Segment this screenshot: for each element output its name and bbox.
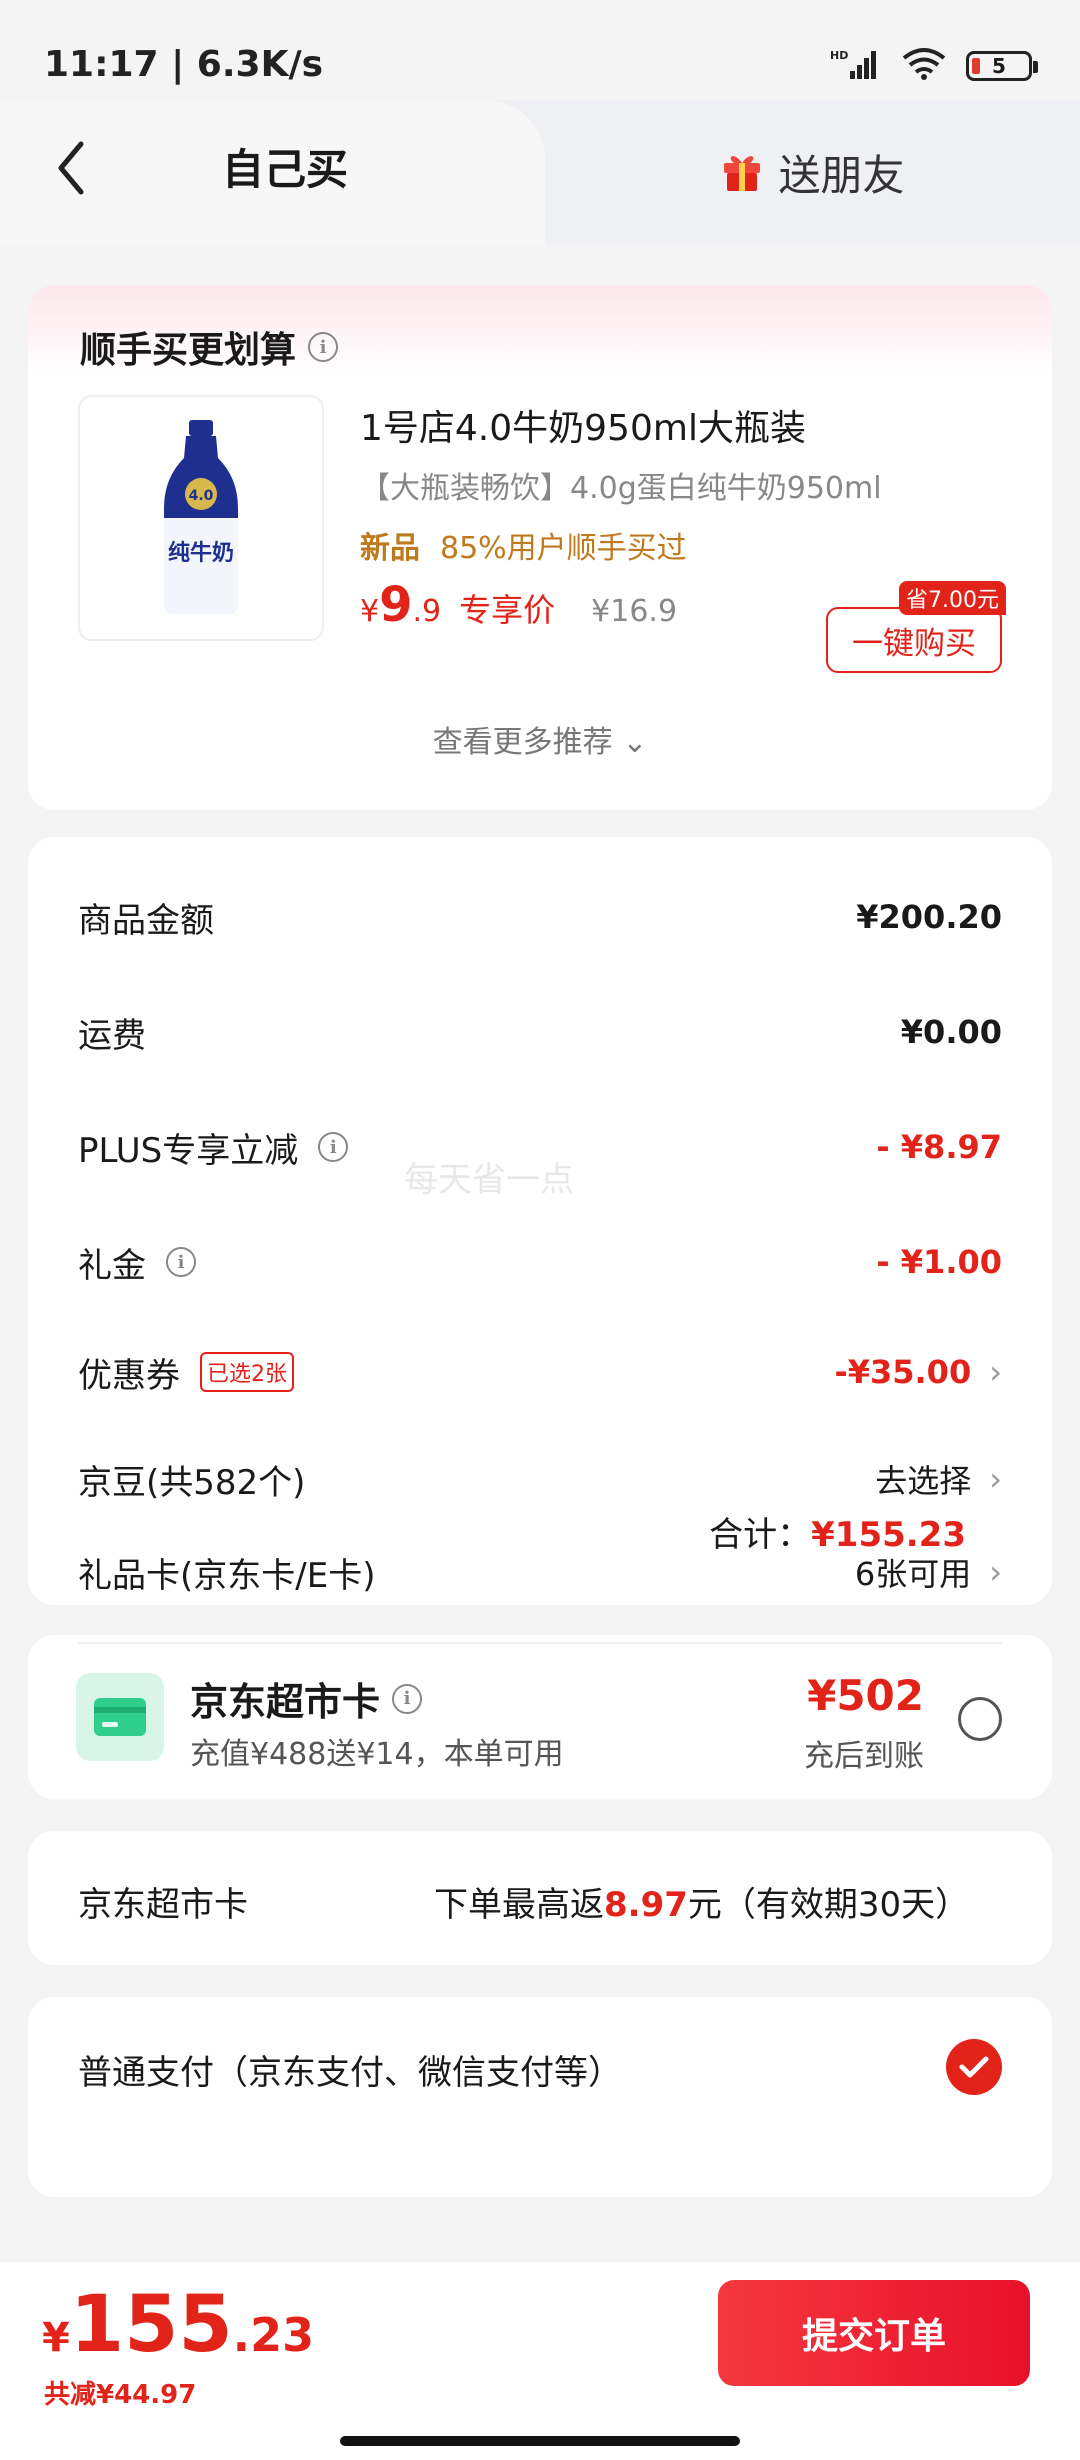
cashback-text: 下单最高返8.97元（有效期30天） [434, 1877, 969, 1926]
bottom-price-decimal: .23 [232, 2308, 315, 2362]
signal-icon: HD [830, 47, 882, 85]
supermarket-card-title: 京东超市卡 i [190, 1671, 423, 1726]
row-shipping: 运费 ¥0.00 [78, 1002, 1002, 1062]
home-indicator[interactable] [340, 2436, 740, 2446]
svg-text:HD: HD [830, 49, 848, 62]
status-time: 11:17 | 6.3K/s [44, 44, 324, 85]
gift-money-label: 礼金 [78, 1245, 146, 1286]
coupon-value: -¥35.00 [834, 1353, 972, 1391]
battery-icon: 5 [966, 51, 1038, 81]
tab-gift-label: 送朋友 [778, 151, 905, 200]
new-tag: 新品 [360, 531, 420, 566]
price-decimal: .9 [412, 594, 442, 629]
jingdou-label: 京豆(共582个) [78, 1462, 306, 1503]
bottom-price-integer: 155 [69, 2280, 233, 2370]
goods-amount-value: ¥200.20 [856, 898, 1002, 936]
coupon-label: 优惠券 [78, 1355, 180, 1396]
info-icon[interactable]: i [166, 1247, 196, 1277]
row-gift-card[interactable]: 礼品卡(京东卡/E卡) 6张可用 › [78, 1542, 1002, 1602]
supermarket-card-offer[interactable]: 京东超市卡 i 充值¥488送¥14，本单可用 ¥502 充后到账 [28, 1635, 1052, 1799]
gift-money-value: - ¥1.00 [876, 1243, 1002, 1281]
cashback-text-after: 元（有效期30天） [687, 1885, 970, 1925]
more-recommend-text: 查看更多推荐 [432, 725, 613, 760]
supermarket-card-amount: ¥502 [807, 1671, 924, 1720]
popularity-text: 85%用户顺手买过 [440, 531, 687, 566]
chevron-right-icon: › [989, 1353, 1002, 1391]
wifi-icon [900, 46, 948, 86]
plus-discount-value: - ¥8.97 [876, 1128, 1002, 1166]
one-click-buy-button[interactable]: 一键购买 [826, 607, 1002, 673]
recommend-title-text: 顺手买更划算 [80, 330, 297, 371]
info-icon[interactable]: i [392, 1683, 423, 1714]
more-recommend-link[interactable]: 查看更多推荐 ⌄ [28, 717, 1052, 761]
product-image[interactable]: 4.0 纯牛奶 [78, 395, 324, 641]
shipping-label: 运费 [78, 1015, 146, 1056]
payment-method-label: 普通支付（京东支付、微信支付等） [78, 2053, 622, 2093]
plus-discount-label: PLUS专享立减 [78, 1130, 299, 1171]
info-icon[interactable]: i [318, 1132, 349, 1162]
info-icon[interactable]: i [308, 332, 339, 362]
cashback-amount: 8.97 [604, 1885, 688, 1925]
row-coupon[interactable]: 优惠券 已选2张 -¥35.00 › [78, 1342, 1002, 1402]
purchase-mode-tabs: 自己买 送朋友 [0, 100, 1080, 245]
price-tag: 专享价 [459, 591, 556, 629]
submit-order-button[interactable]: 提交订单 [718, 2280, 1030, 2386]
row-plus-discount: PLUS专享立减 i - ¥8.97 [78, 1117, 1002, 1177]
card-icon [76, 1673, 164, 1761]
goods-amount-label: 商品金额 [78, 900, 214, 941]
cashback-text-before: 下单最高返 [434, 1885, 604, 1925]
supermarket-card-title-text: 京东超市卡 [190, 1680, 381, 1724]
jingdou-value: 去选择 [875, 1462, 972, 1500]
supermarket-card-subtitle: 充值¥488送¥14，本单可用 [190, 1737, 564, 1772]
chevron-right-icon: › [989, 1460, 1002, 1498]
bottom-saved-amount: 共减¥44.97 [44, 2380, 197, 2410]
payment-method-card[interactable]: 普通支付（京东支付、微信支付等） [28, 1997, 1052, 2197]
gift-icon [720, 149, 764, 197]
tab-send-friend[interactable]: 送朋友 [545, 100, 1080, 245]
battery-level: 5 [992, 54, 1006, 78]
divider [78, 1642, 1002, 1644]
price-symbol: ¥ [360, 594, 380, 629]
gift-card-value: 6张可用 [854, 1555, 972, 1593]
bottom-price-symbol: ¥ [42, 2315, 70, 2361]
original-price: ¥16.9 [591, 594, 678, 629]
product-subtitle: 【大瓶装畅饮】4.0g蛋白纯牛奶950ml [360, 471, 882, 506]
shipping-value: ¥0.00 [900, 1013, 1002, 1051]
bottom-total-price: ¥ 155 .23 [42, 2280, 314, 2370]
cashback-label: 京东超市卡 [78, 1885, 248, 1925]
row-gift-money: 礼金 i - ¥1.00 [78, 1232, 1002, 1292]
product-name[interactable]: 1号店4.0牛奶950ml大瓶装 [360, 399, 806, 451]
product-price: ¥ 9 .9 专享价 ¥16.9 [360, 577, 677, 633]
status-icons: HD 5 [830, 46, 1038, 86]
cashback-card: 京东超市卡 下单最高返8.97元（有效期30天） [28, 1831, 1052, 1965]
row-goods-amount: 商品金额 ¥200.20 [78, 887, 1002, 947]
bottle-label-top: 4.0 [189, 488, 214, 504]
bottle-label: 纯牛奶 [168, 540, 234, 566]
supermarket-card-note: 充后到账 [804, 1739, 924, 1774]
bottom-bar: ¥ 155 .23 共减¥44.97 提交订单 [0, 2262, 1080, 2460]
save-badge: 省7.00元 [899, 581, 1006, 615]
tab-self-label: 自己买 [221, 145, 348, 194]
recommend-title: 顺手买更划算 i [80, 321, 339, 373]
tab-self-buy[interactable]: 自己买 [0, 100, 545, 245]
gift-card-label: 礼品卡(京东卡/E卡) [78, 1555, 376, 1596]
supermarket-card-radio[interactable] [958, 1697, 1002, 1741]
status-bar: 11:17 | 6.3K/s HD 5 [0, 0, 1080, 100]
product-tag: 新品 85%用户顺手买过 [360, 523, 687, 567]
chevron-down-icon: ⌄ [622, 725, 648, 760]
coupon-badge: 已选2张 [200, 1352, 294, 1392]
chevron-right-icon: › [989, 1553, 1002, 1591]
amount-card: 每天省一点 商品金额 ¥200.20 运费 ¥0.00 PLUS专享立减 i -… [28, 837, 1052, 1605]
row-jingdou[interactable]: 京豆(共582个) 去选择 › [78, 1449, 1002, 1509]
check-icon[interactable] [946, 2039, 1002, 2095]
recommend-card: 顺手买更划算 i 4.0 纯牛奶 1号店4.0牛奶950ml大瓶装 【大瓶装畅饮… [28, 285, 1052, 810]
price-integer: 9 [379, 577, 413, 633]
